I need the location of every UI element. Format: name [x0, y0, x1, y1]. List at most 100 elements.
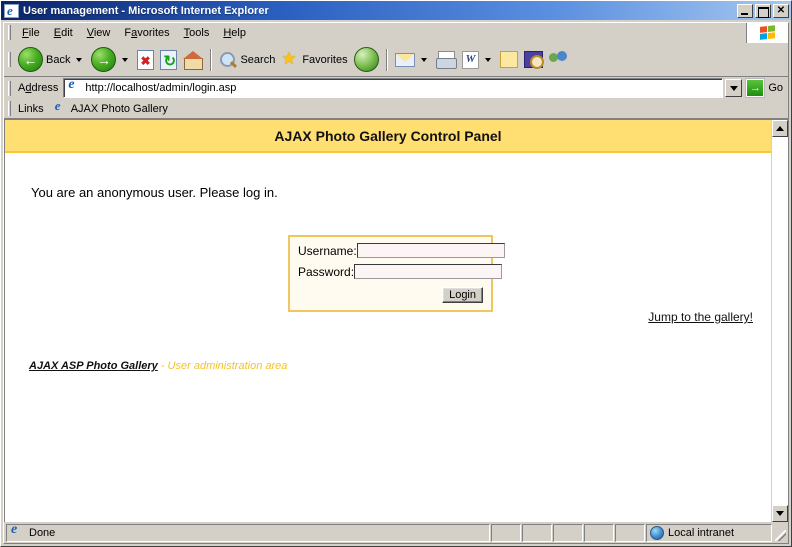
security-zone-pane[interactable]: Local intranet [646, 524, 772, 542]
favorites-button[interactable]: Favorites [278, 45, 350, 75]
menu-item-edit-label: dit [61, 27, 73, 39]
window-title: User management - Microsoft Internet Exp… [23, 5, 737, 17]
toolbar-separator [210, 49, 212, 71]
mail-icon [395, 53, 415, 67]
edit-button[interactable] [459, 45, 497, 75]
forward-button[interactable]: → [88, 45, 134, 75]
menu-item-help[interactable]: Help [216, 25, 253, 41]
go-arrow-icon: → [745, 78, 765, 98]
address-bar: Address http://localhost/admin/login.asp… [4, 77, 788, 99]
username-row: Username: [298, 243, 483, 258]
menu-item-view-label: iew [94, 27, 111, 39]
menu-item-favorites[interactable]: Favorites [117, 25, 176, 41]
page-header-banner: AJAX Photo Gallery Control Panel [5, 120, 771, 153]
links-bar: Links AJAX Photo Gallery [4, 99, 788, 119]
menu-item-edit[interactable]: Edit [47, 25, 80, 41]
stop-icon [137, 50, 154, 70]
go-button-label: Go [768, 82, 783, 94]
status-pane-2 [522, 524, 552, 542]
address-input[interactable]: http://localhost/admin/login.asp [63, 78, 723, 98]
home-button[interactable] [180, 45, 206, 75]
edit-word-icon [462, 51, 479, 69]
refresh-button[interactable] [157, 45, 180, 75]
password-input[interactable] [354, 264, 502, 279]
links-item-label: AJAX Photo Gallery [71, 103, 168, 115]
search-button[interactable]: Search [216, 45, 278, 75]
back-history-caret-icon[interactable] [76, 58, 82, 62]
username-input[interactable] [357, 243, 505, 258]
favorites-star-icon [281, 51, 299, 69]
ie-document-icon [4, 4, 19, 18]
footer-gallery-link[interactable]: AJAX ASP Photo Gallery [29, 360, 158, 372]
menu-gripper[interactable] [8, 25, 11, 40]
login-button[interactable]: Login [442, 287, 483, 303]
address-url-text: http://localhost/admin/login.asp [85, 82, 236, 94]
go-button[interactable]: → Go [744, 78, 788, 98]
chevron-down-icon [776, 511, 784, 516]
anonymous-user-message: You are an anonymous user. Please log in… [31, 185, 751, 200]
links-item-gallery[interactable]: AJAX Photo Gallery [50, 102, 172, 116]
research-icon [524, 51, 543, 68]
page-body: You are an anonymous user. Please log in… [5, 153, 771, 200]
messenger-button[interactable] [546, 45, 572, 75]
back-button-label: Back [46, 54, 70, 66]
menu-item-file[interactable]: File [15, 25, 47, 41]
status-pane-5 [615, 524, 645, 542]
forward-arrow-icon: → [91, 47, 116, 72]
jump-to-gallery-link[interactable]: Jump to the gallery! [648, 310, 753, 324]
menu-item-tools-label: ools [189, 27, 209, 39]
forward-history-caret-icon[interactable] [122, 58, 128, 62]
close-button[interactable]: ✕ [773, 4, 789, 18]
status-bar: Done Local intranet [4, 522, 788, 543]
login-form: Username: Password: Login [288, 235, 493, 312]
links-label: Links [15, 103, 50, 115]
resize-grip[interactable] [773, 528, 787, 542]
username-label: Username: [298, 244, 357, 258]
title-bar: User management - Microsoft Internet Exp… [1, 1, 791, 20]
address-gripper[interactable] [8, 81, 11, 96]
notes-button[interactable] [497, 45, 521, 75]
scroll-up-button[interactable] [772, 120, 788, 137]
toolbar-separator-2 [386, 49, 388, 71]
mail-button[interactable] [392, 45, 433, 75]
messenger-icon [549, 51, 569, 68]
edit-caret-icon[interactable] [485, 58, 491, 62]
menu-item-file-label: ile [29, 27, 40, 39]
security-zone-label: Local intranet [668, 527, 734, 539]
links-gripper[interactable] [8, 101, 11, 116]
maximize-button[interactable] [755, 4, 771, 18]
research-button[interactable] [521, 45, 546, 75]
notes-icon [500, 51, 518, 68]
search-icon [219, 51, 237, 69]
chevron-up-icon [776, 126, 784, 131]
window-controls: ✕ [737, 4, 789, 18]
vertical-scrollbar[interactable] [771, 120, 788, 522]
media-icon [354, 47, 379, 72]
media-button[interactable] [351, 45, 382, 75]
windows-flag-icon [746, 23, 788, 43]
back-button[interactable]: ← Back [15, 45, 88, 75]
scrollbar-track[interactable] [772, 137, 788, 505]
password-row: Password: [298, 264, 483, 279]
address-dropdown-button[interactable] [725, 79, 742, 97]
print-button[interactable] [433, 45, 459, 75]
footer-subtitle: - User administration area [158, 360, 288, 372]
back-arrow-icon: ← [18, 47, 43, 72]
status-pane-1 [491, 524, 521, 542]
menu-item-tools[interactable]: Tools [177, 25, 217, 41]
menu-item-help-label: elp [231, 27, 246, 39]
mail-caret-icon[interactable] [421, 58, 427, 62]
close-icon: ✕ [777, 6, 785, 16]
toolbar-gripper[interactable] [8, 52, 11, 67]
page-footer: AJAX ASP Photo Gallery - User administra… [29, 360, 287, 372]
document-viewport: AJAX Photo Gallery Control Panel You are… [4, 119, 788, 522]
minimize-button[interactable] [737, 4, 753, 18]
chevron-down-icon [730, 86, 738, 91]
scroll-down-button[interactable] [772, 505, 788, 522]
menu-item-view[interactable]: View [80, 25, 118, 41]
stop-button[interactable] [134, 45, 157, 75]
status-message-pane: Done [6, 524, 490, 542]
search-button-label: Search [240, 54, 275, 66]
status-message: Done [29, 527, 55, 539]
menu-item-favorites-label: vorites [137, 27, 169, 39]
